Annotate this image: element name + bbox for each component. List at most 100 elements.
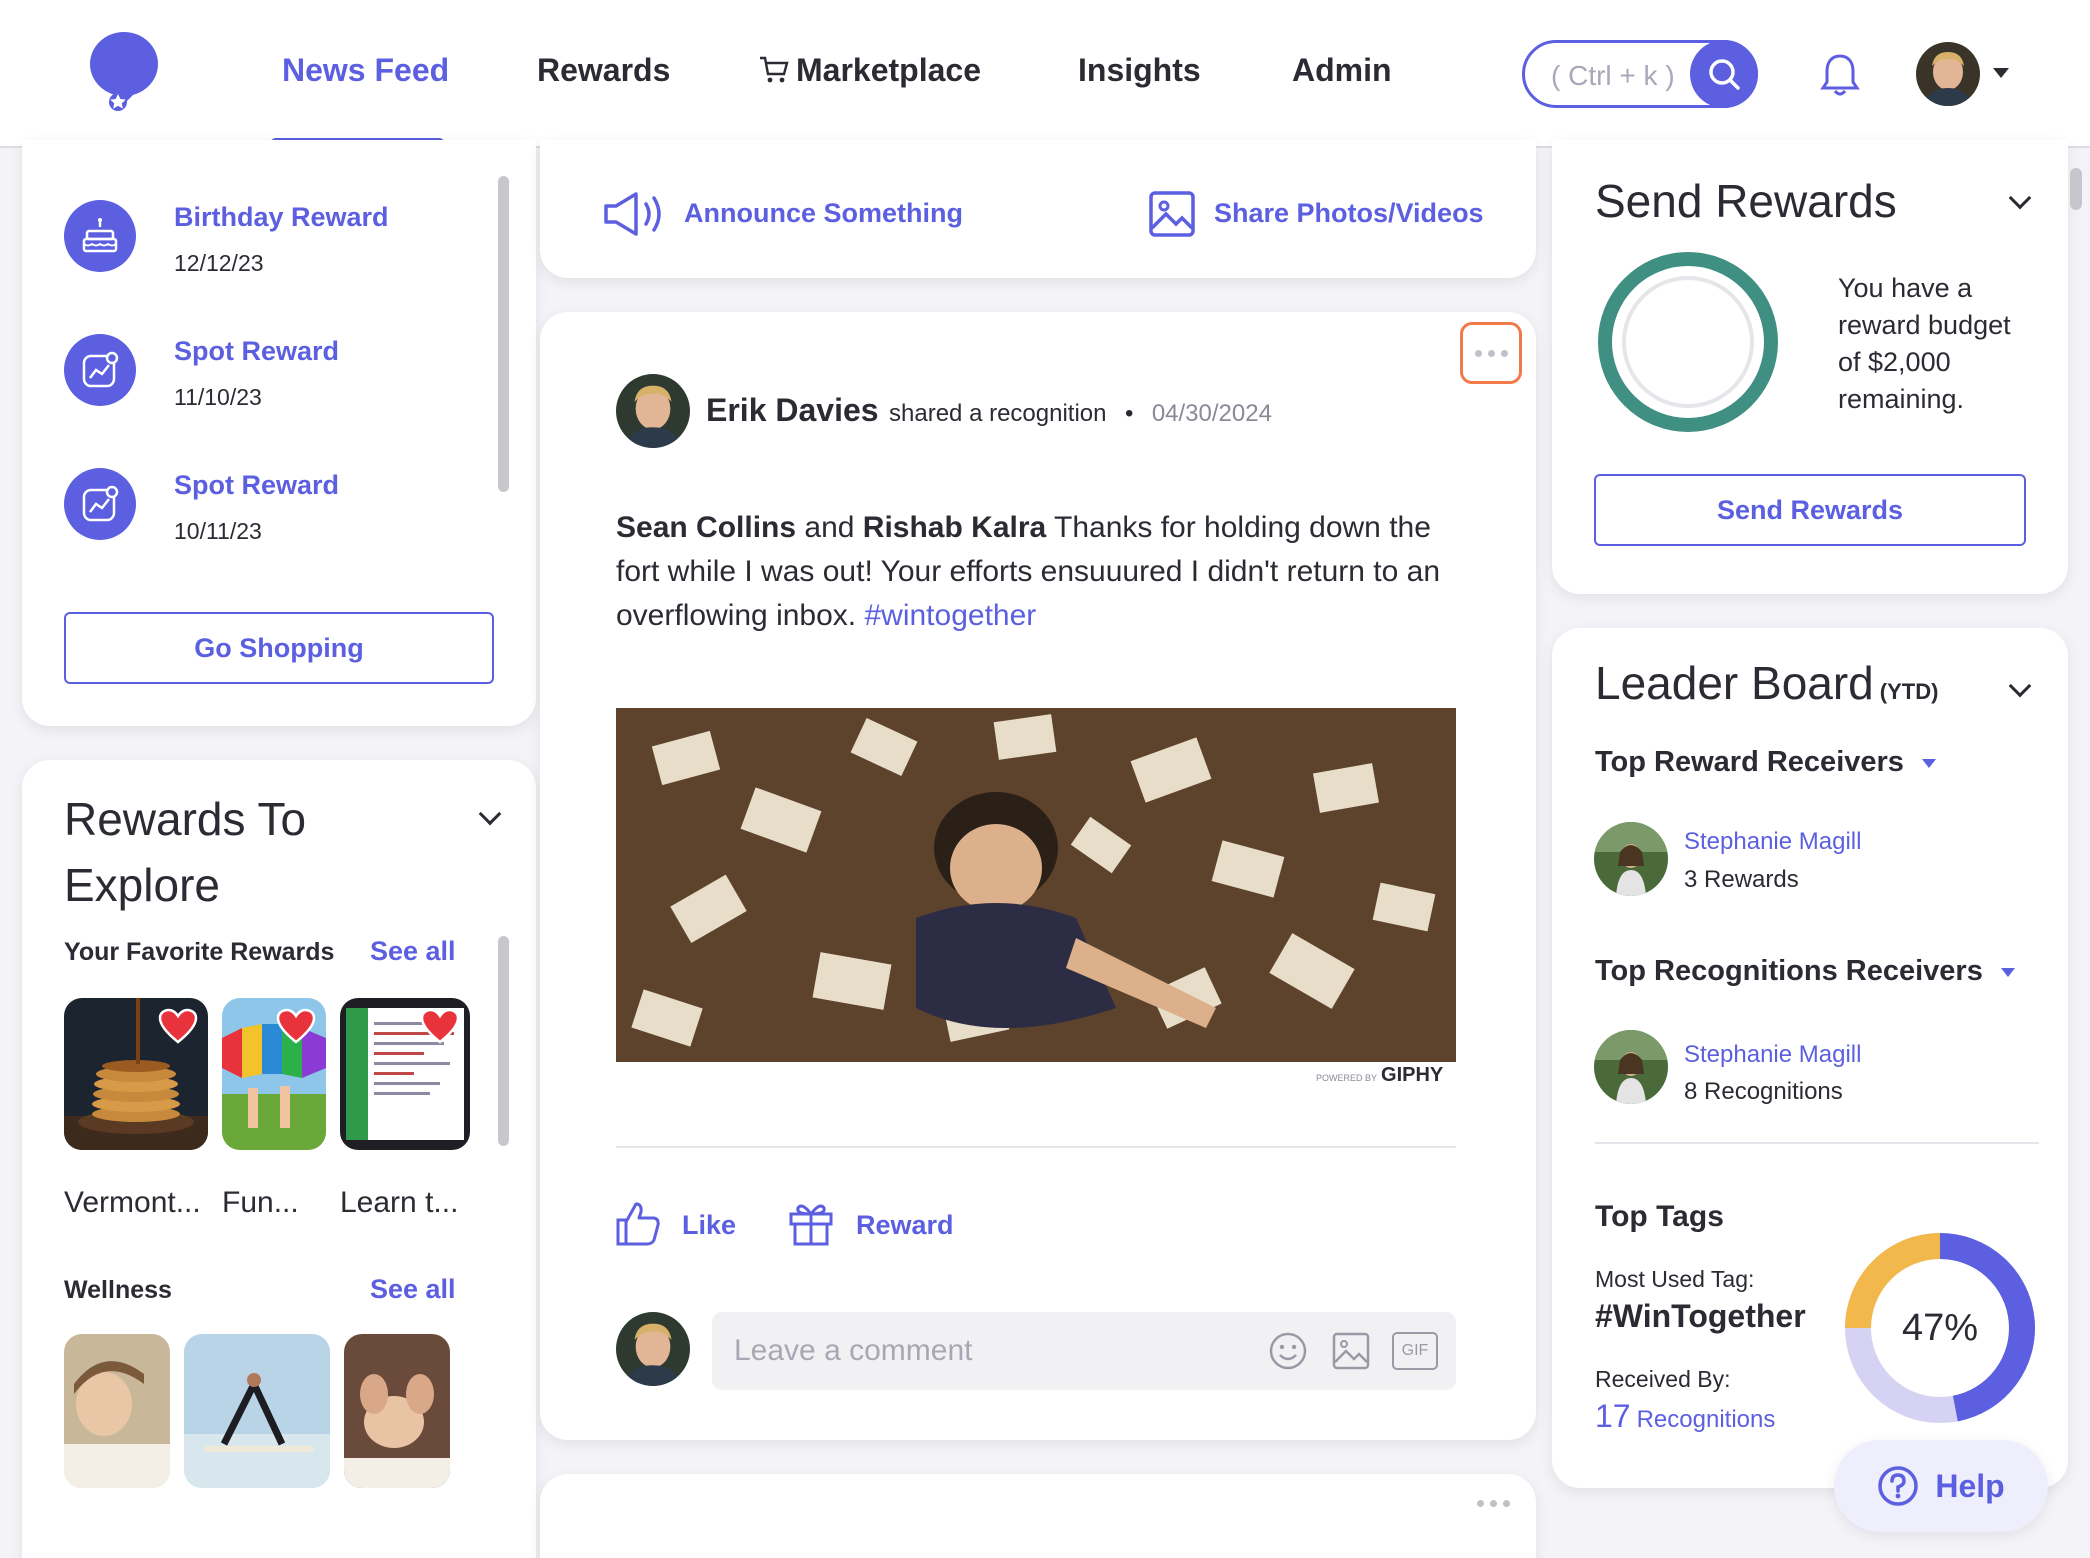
page-scrollbar-thumb[interactable] <box>2070 168 2082 210</box>
most-used-tag[interactable]: #WinTogether <box>1595 1298 1806 1335</box>
recipient-name[interactable]: Sean Collins <box>616 511 796 544</box>
question-circle-icon <box>1878 1466 1919 1506</box>
help-button[interactable]: Help <box>1834 1440 2048 1532</box>
gif-image <box>616 708 1456 1062</box>
reward-button[interactable]: Reward <box>788 1200 958 1250</box>
giphy-logo: GIPHY <box>1381 1064 1444 1086</box>
search-input[interactable]: ( Ctrl + k ) <box>1522 40 1758 108</box>
emoji-icon[interactable] <box>1268 1331 1308 1371</box>
commenter-photo <box>616 1312 690 1386</box>
search-icon <box>1709 59 1740 90</box>
post-hashtag[interactable]: #wintogether <box>864 599 1036 632</box>
spa-image <box>64 1334 170 1488</box>
dropdown-caret-icon <box>2000 967 2015 977</box>
reward-thumbnail-fun[interactable] <box>222 998 326 1150</box>
post-author-name[interactable]: Erik Davies <box>706 392 879 428</box>
chevron-down-icon[interactable] <box>2008 186 2032 210</box>
top-recognitions-receiver-count: 8 Recognitions <box>1684 1078 1843 1105</box>
help-label: Help <box>1935 1467 2005 1504</box>
dropdown-caret-icon <box>1921 758 1936 768</box>
reward-date: 12/12/23 <box>174 250 264 276</box>
scrollbar-thumb[interactable] <box>498 176 509 492</box>
wellness-thumbnail-massage[interactable] <box>344 1334 450 1488</box>
favorite-label[interactable]: Vermont... <box>64 1186 201 1220</box>
reward-title: Spot Reward <box>174 470 340 500</box>
recipient-conjunction: and <box>804 511 855 544</box>
reward-thumbnail-learn[interactable] <box>340 998 470 1150</box>
top-recognitions-receiver-name[interactable]: Stephanie Magill <box>1684 1041 1861 1069</box>
announce-label: Announce Something <box>684 198 963 228</box>
budget-text: You have a reward budget of $2,000 remai… <box>1838 273 2011 414</box>
more-icon[interactable] <box>1474 1494 1513 1512</box>
nav-rewards[interactable]: Rewards <box>537 52 670 89</box>
recognition-count-unit: Recognitions <box>1636 1406 1776 1433</box>
top-recognitions-receivers-dropdown[interactable]: Top Recognitions Receivers <box>1595 955 2015 988</box>
like-button[interactable]: Like <box>614 1200 744 1250</box>
budget-ring <box>1598 252 1778 432</box>
user-menu-caret-icon[interactable] <box>1993 68 2009 78</box>
post-more-button[interactable] <box>1460 322 1522 384</box>
author-photo <box>616 374 690 448</box>
explore-title-line1: Rewards To <box>64 793 307 845</box>
gif-button[interactable]: GIF <box>1392 1332 1438 1370</box>
reward-title: Spot Reward <box>174 336 340 366</box>
post-gif[interactable] <box>616 708 1456 1062</box>
post-header: Erik Davies shared a recognition • 04/30… <box>706 392 1272 429</box>
bell-icon[interactable] <box>1820 52 1860 98</box>
nav-insights[interactable]: Insights <box>1078 52 1201 89</box>
nav-news-feed[interactable]: News Feed <box>282 52 449 89</box>
reward-date: 11/10/23 <box>174 384 262 410</box>
favorite-label[interactable]: Learn t... <box>340 1186 458 1220</box>
share-photos-label: Share Photos/Videos <box>1214 198 1484 228</box>
top-recognitions-receivers-label: Top Recognitions Receivers <box>1595 955 1983 987</box>
receiver-avatar[interactable] <box>1594 822 1668 896</box>
heart-icon[interactable] <box>276 1008 316 1044</box>
wellness-thumbnail-sup-yoga[interactable] <box>184 1334 330 1488</box>
nav-marketplace-label: Marketplace <box>796 52 981 88</box>
nav-admin[interactable]: Admin <box>1292 52 1392 89</box>
post-divider <box>616 1146 1456 1148</box>
leaderboard-divider <box>1595 1142 2039 1144</box>
nav-marketplace[interactable]: Marketplace <box>758 52 981 89</box>
receiver-avatar[interactable] <box>1594 1030 1668 1104</box>
search-button[interactable] <box>1690 40 1758 108</box>
thumbs-up-icon <box>616 1202 660 1246</box>
wellness-thumbnail-spa[interactable] <box>64 1334 170 1488</box>
rewards-to-explore-card: Rewards To Explore Your Favorite Rewards… <box>22 760 536 1558</box>
reward-date: 10/11/23 <box>174 518 262 544</box>
heart-icon[interactable] <box>420 1008 460 1044</box>
reward-thumbnail-pancakes[interactable] <box>64 998 208 1150</box>
balloon-logo-icon[interactable] <box>84 30 164 114</box>
composer-card: Announce Something Share Photos/Videos <box>540 140 1536 278</box>
go-shopping-button[interactable]: Go Shopping <box>64 612 494 684</box>
post-action-text: shared a recognition <box>889 400 1107 427</box>
comment-input[interactable]: Leave a comment GIF <box>712 1312 1456 1390</box>
send-rewards-button[interactable]: Send Rewards <box>1594 474 2026 546</box>
donut-percent-label: 47% <box>1902 1307 1978 1349</box>
attach-image-icon[interactable] <box>1332 1332 1370 1370</box>
chevron-down-icon[interactable] <box>478 802 502 826</box>
favorite-label[interactable]: Fun... <box>222 1186 299 1220</box>
giphy-attribution: POWERED BY GIPHY <box>1316 1064 1443 1087</box>
top-reward-receivers-dropdown[interactable]: Top Reward Receivers <box>1595 746 1936 779</box>
top-reward-receiver-name[interactable]: Stephanie Magill <box>1684 828 1861 856</box>
see-all-favorites-link[interactable]: See all <box>370 936 456 967</box>
user-photo <box>1916 42 1980 106</box>
megaphone-icon <box>604 192 661 236</box>
comment-user-avatar <box>616 1312 690 1386</box>
see-all-wellness-link[interactable]: See all <box>370 1274 456 1305</box>
reward-label: Reward <box>856 1210 954 1240</box>
leaderboard-title: Leader Board (YTD) <box>1595 656 1938 710</box>
heart-icon[interactable] <box>158 1008 198 1044</box>
next-post-card <box>540 1474 1536 1558</box>
tag-donut-chart: 47% <box>1845 1233 2035 1423</box>
recipient-name[interactable]: Rishab Kalra <box>863 511 1046 544</box>
post-date: 04/30/2024 <box>1151 400 1272 427</box>
gift-icon <box>789 1204 833 1246</box>
user-avatar[interactable] <box>1916 42 1980 106</box>
recognition-count[interactable]: 17 Recognitions <box>1595 1398 1775 1435</box>
scrollbar-thumb[interactable] <box>498 936 509 1146</box>
send-rewards-title: Send Rewards <box>1595 175 1897 227</box>
chevron-down-icon[interactable] <box>2008 674 2032 698</box>
author-avatar[interactable] <box>616 374 690 448</box>
